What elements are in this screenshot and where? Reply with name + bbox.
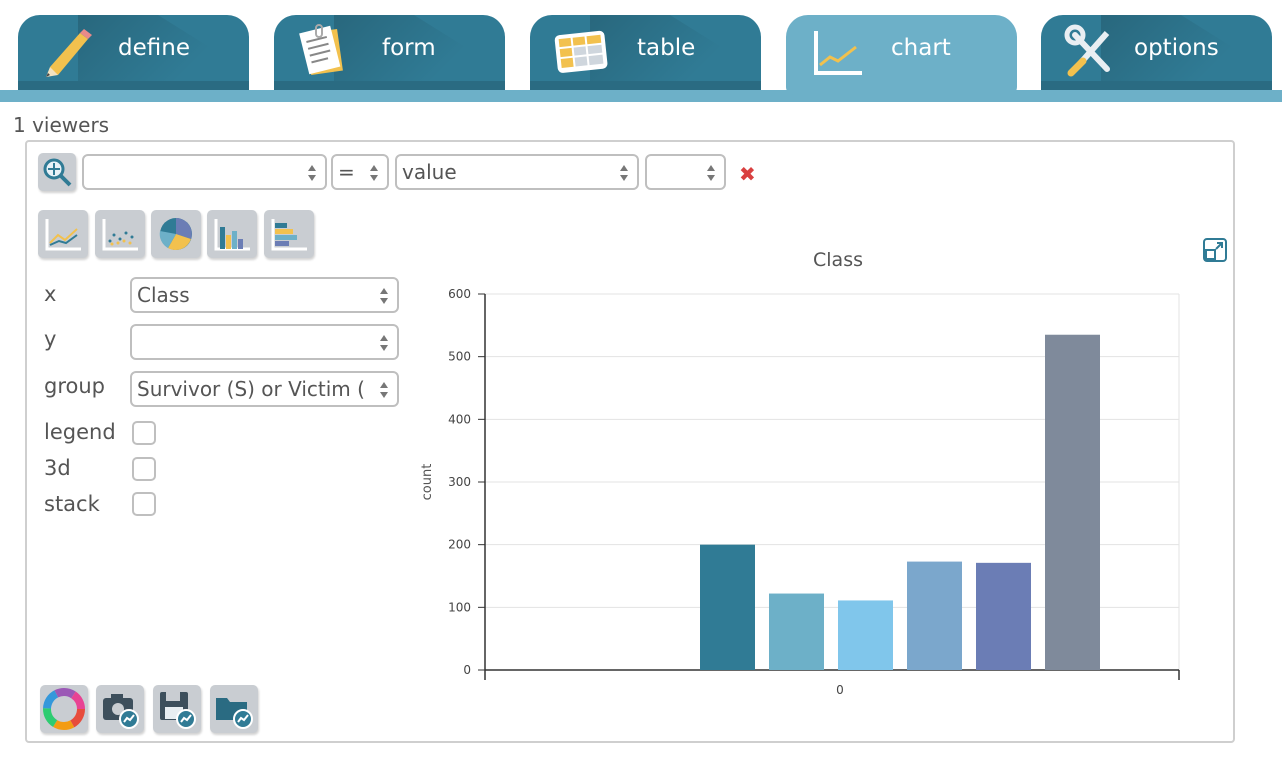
snapshot-chart-button[interactable] [96, 685, 144, 733]
select-arrows-icon [380, 335, 388, 351]
zoom-filter-button[interactable] [38, 153, 76, 191]
select-arrows-icon [380, 288, 388, 304]
pie-chart-type-button[interactable] [151, 210, 201, 258]
save-chart-button[interactable] [153, 685, 201, 733]
x-select[interactable]: Class [130, 277, 399, 313]
select-arrows-icon [308, 165, 316, 181]
stack-checkbox[interactable] [132, 492, 156, 516]
horizontal-bar-chart-icon [271, 219, 307, 251]
bar-3 [907, 561, 962, 670]
camera-icon [103, 694, 139, 729]
color-wheel-icon [43, 688, 85, 730]
y-tick-label: 500 [448, 350, 471, 364]
line-chart-icon [45, 219, 81, 251]
filter-operator-value: = [338, 160, 355, 184]
x-tick-label: 0 [836, 683, 844, 697]
y-tick-label: 300 [448, 475, 471, 489]
chart-title: Class [813, 249, 863, 271]
y-select[interactable] [130, 324, 399, 360]
tab-label: table [637, 35, 696, 61]
tab-chart[interactable]: chart [786, 15, 1017, 95]
group-select-value: Survivor (S) or Victim ( [137, 377, 365, 401]
filter-value-text: value [402, 160, 457, 184]
notepad-icon [299, 24, 343, 76]
bar-4 [976, 562, 1031, 670]
3d-checkbox[interactable] [132, 457, 156, 481]
tab-label: chart [891, 35, 951, 61]
line-chart-type-button[interactable] [38, 210, 88, 258]
expand-icon[interactable] [1202, 237, 1228, 263]
filter-extra-select[interactable] [645, 154, 726, 190]
tab-strip [0, 90, 1282, 102]
x-label: x [44, 282, 57, 306]
bar-0 [700, 544, 755, 670]
filter-operator-select[interactable]: = [331, 154, 389, 190]
stack-label: stack [44, 492, 100, 516]
filter-value-select[interactable]: value [395, 154, 639, 190]
bar-5 [1045, 334, 1100, 670]
pie-chart-icon [159, 218, 192, 251]
group-label: group [44, 374, 105, 398]
horizontal-bar-chart-type-button[interactable] [264, 210, 314, 258]
viewers-count: 1 viewers [13, 113, 110, 137]
magnifier-icon [43, 158, 72, 187]
tab-label: form [382, 35, 436, 61]
select-arrows-icon [620, 165, 628, 181]
scatter-chart-type-button[interactable] [95, 210, 145, 258]
group-select[interactable]: Survivor (S) or Victim ( [130, 371, 399, 407]
folder-icon [216, 698, 253, 729]
3d-label: 3d [44, 456, 71, 480]
bar-1 [769, 593, 824, 670]
open-chart-button[interactable] [210, 685, 258, 733]
tab-table[interactable]: table [530, 15, 761, 90]
tab-bar: define form table chart options [0, 0, 1282, 102]
scatter-chart-icon [102, 219, 138, 251]
select-arrows-icon [370, 165, 378, 181]
tab-form[interactable]: form [274, 15, 505, 90]
viewer-panel: = value ✖ x Class y group Survivor (S) o… [25, 140, 1235, 743]
x-select-value: Class [137, 283, 190, 307]
y-axis-label: count [420, 464, 435, 501]
y-label: y [44, 327, 57, 351]
y-tick-label: 0 [463, 663, 471, 677]
y-tick-label: 600 [448, 287, 471, 301]
table-icon [554, 30, 608, 73]
select-arrows-icon [380, 382, 388, 398]
legend-checkbox[interactable] [132, 421, 156, 445]
bar-chart: Class 0 100 200 300 400 500 600 count 0 [420, 249, 1180, 697]
legend-label: legend [44, 420, 116, 444]
y-tick-label: 100 [448, 600, 471, 614]
floppy-disk-icon [160, 692, 196, 729]
tab-label: options [1134, 35, 1219, 61]
remove-filter-icon[interactable]: ✖ [739, 162, 756, 186]
color-palette-button[interactable] [40, 685, 88, 733]
tab-options[interactable]: options [1041, 15, 1272, 90]
y-tick-label: 200 [448, 538, 471, 552]
y-tick-label: 400 [448, 412, 471, 426]
bar-2 [838, 600, 893, 670]
filter-field-select[interactable] [82, 154, 327, 190]
tools-icon [1064, 24, 1110, 77]
pencil-icon [46, 29, 92, 77]
tab-define[interactable]: define [18, 15, 249, 90]
line-chart-icon [814, 31, 862, 75]
select-arrows-icon [707, 165, 715, 181]
tab-label: define [118, 35, 190, 61]
bar-chart-type-button[interactable] [207, 210, 257, 258]
bar-chart-icon [214, 219, 250, 251]
